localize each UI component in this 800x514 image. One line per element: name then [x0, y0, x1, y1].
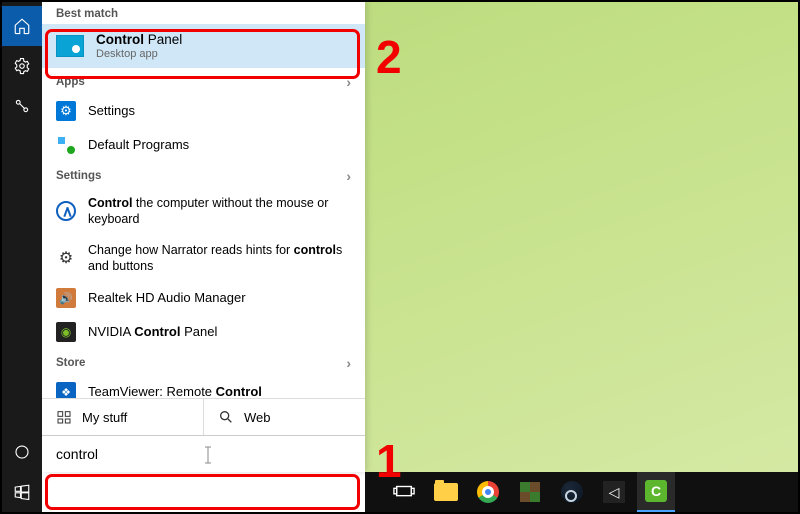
- web-button[interactable]: Web: [203, 399, 365, 435]
- steam-button[interactable]: [553, 472, 591, 512]
- folder-icon: [434, 483, 458, 501]
- rail-start[interactable]: [2, 472, 42, 512]
- taskview-button[interactable]: [385, 472, 423, 512]
- section-header-apps[interactable]: Apps ›: [42, 68, 365, 94]
- screenshot-frame: Best match Control Panel Desktop app App…: [0, 0, 800, 514]
- start-left-rail: [2, 2, 42, 512]
- result-app-settings[interactable]: Settings: [42, 94, 365, 128]
- result-app-default-programs[interactable]: Default Programs: [42, 128, 365, 162]
- best-match-text: Control Panel Desktop app: [96, 32, 182, 60]
- rail-cortana[interactable]: [2, 432, 42, 472]
- result-label: NVIDIA Control Panel: [88, 324, 217, 341]
- home-icon: [13, 17, 31, 35]
- my-stuff-button[interactable]: My stuff: [42, 399, 203, 435]
- start-search-panel: Best match Control Panel Desktop app App…: [42, 2, 365, 472]
- section-header-settings[interactable]: Settings ›: [42, 162, 365, 188]
- chrome-icon: [477, 481, 499, 503]
- section-header-best-match: Best match: [42, 2, 365, 24]
- unity-button[interactable]: ◁: [595, 472, 633, 512]
- nvidia-icon: [56, 322, 76, 342]
- result-setting-control-without-mouse[interactable]: Control the computer without the mouse o…: [42, 188, 365, 235]
- rail-home[interactable]: [2, 6, 42, 46]
- section-header-label: Store: [56, 357, 85, 369]
- bm-bold: Control: [96, 32, 144, 47]
- chrome-button[interactable]: [469, 472, 507, 512]
- section-header-label: Best match: [56, 8, 118, 20]
- minecraft-button[interactable]: [511, 472, 549, 512]
- unity-icon: ◁: [603, 481, 625, 503]
- gear-icon: [56, 248, 76, 268]
- steam-icon: [561, 481, 583, 503]
- chevron-right-icon: ›: [346, 355, 351, 371]
- camtasia-button[interactable]: C: [637, 472, 675, 512]
- result-setting-narrator-hints[interactable]: Change how Narrator reads hints for cont…: [42, 235, 365, 282]
- result-label: Default Programs: [88, 137, 189, 154]
- search-scope-row: My stuff Web: [42, 398, 365, 435]
- control-panel-icon: [56, 35, 84, 57]
- rail-settings[interactable]: [2, 46, 42, 86]
- rail-connect[interactable]: [2, 86, 42, 126]
- result-label: Change how Narrator reads hints for cont…: [88, 242, 351, 275]
- result-label: Control the computer without the mouse o…: [88, 195, 351, 228]
- result-setting-realtek[interactable]: Realtek HD Audio Manager: [42, 281, 365, 315]
- gear-icon: [13, 57, 31, 75]
- result-label: Settings: [88, 103, 135, 120]
- result-store-teamviewer[interactable]: TeamViewer: Remote Control: [42, 375, 365, 398]
- text-cursor-icon: [202, 446, 214, 467]
- section-header-store[interactable]: Store ›: [42, 349, 365, 375]
- realtek-icon: [56, 288, 76, 308]
- chevron-right-icon: ›: [346, 74, 351, 90]
- chevron-right-icon: ›: [346, 168, 351, 184]
- my-stuff-label: My stuff: [82, 410, 127, 425]
- results-scroll: Best match Control Panel Desktop app App…: [42, 2, 365, 398]
- web-label: Web: [244, 410, 271, 425]
- taskbar: ◁ C: [42, 472, 798, 512]
- default-programs-icon: [56, 135, 76, 155]
- connect-icon: [13, 97, 31, 115]
- section-header-label: Apps: [56, 76, 85, 88]
- file-explorer-button[interactable]: [427, 472, 465, 512]
- windows-icon: [13, 483, 31, 501]
- minecraft-icon: [520, 482, 540, 502]
- my-stuff-icon: [56, 409, 72, 425]
- bm-subtitle: Desktop app: [96, 48, 182, 60]
- store-app-icon: [56, 382, 76, 398]
- bm-rest: Panel: [144, 32, 182, 47]
- annotation-number-2: 2: [376, 30, 402, 84]
- result-label: Realtek HD Audio Manager: [88, 290, 246, 307]
- section-header-label: Settings: [56, 170, 101, 182]
- search-icon: [218, 409, 234, 425]
- camtasia-icon: C: [645, 480, 667, 502]
- ease-of-access-icon: [56, 201, 76, 221]
- circle-icon: [13, 443, 31, 461]
- result-best-match-control-panel[interactable]: Control Panel Desktop app: [42, 24, 365, 68]
- taskbar-search-area: [42, 472, 365, 512]
- result-setting-nvidia[interactable]: NVIDIA Control Panel: [42, 315, 365, 349]
- result-label: TeamViewer: Remote Control: [88, 384, 262, 398]
- taskbar-pinned-apps: ◁ C: [365, 472, 675, 512]
- search-box[interactable]: [42, 435, 365, 472]
- settings-app-icon: [56, 101, 76, 121]
